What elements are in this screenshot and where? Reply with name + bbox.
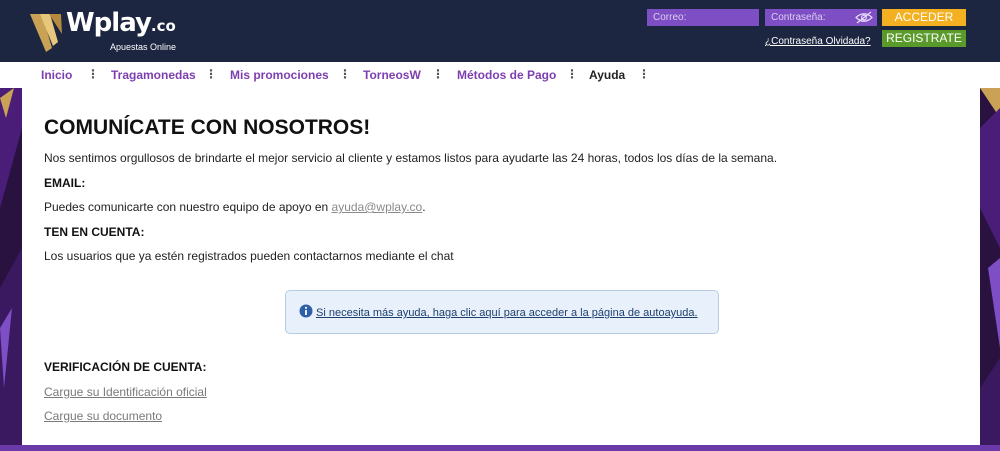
note-heading: TEN EN CUENTA: <box>44 225 145 239</box>
info-icon <box>299 304 313 318</box>
nav-separator: ⋮ <box>566 67 578 81</box>
logo-wordmark: Wplay.co <box>66 8 176 38</box>
intro-text: Nos sentimos orgullosos de brindarte el … <box>44 151 778 165</box>
help-alert: Si necesita más ayuda, haga clic aquí pa… <box>285 290 719 334</box>
contact-content: COMUNÍCATE CON NOSOTROS! Nos sentimos or… <box>22 88 980 445</box>
login-button[interactable]: ACCEDER <box>882 9 966 26</box>
note-text: Los usuarios que ya estén registrados pu… <box>44 249 454 263</box>
nav-separator: ⋮ <box>638 67 650 81</box>
nav-separator: ⋮ <box>205 67 217 81</box>
page-title: COMUNÍCATE CON NOSOTROS! <box>44 116 371 139</box>
logo-subtitle: Apuestas Online <box>110 42 177 52</box>
nav-separator: ⋮ <box>432 67 444 81</box>
forgot-password-link[interactable]: ¿Contraseña Olvidada? <box>765 36 871 47</box>
upload-id-link[interactable]: Cargue su Identificación oficial <box>44 385 207 399</box>
nav-item-mis-promociones[interactable]: Mis promociones <box>230 68 329 82</box>
verification-heading: VERIFICACIÓN DE CUENTA: <box>44 360 207 374</box>
nav-item-inicio[interactable]: Inicio <box>41 68 72 82</box>
nav-item-torneosw[interactable]: TorneosW <box>363 68 421 82</box>
footer-bar <box>0 445 1000 451</box>
site-logo[interactable]: Wplay.co Apuestas Online <box>28 6 188 56</box>
email-heading: EMAIL: <box>44 176 86 190</box>
nav-separator: ⋮ <box>87 67 99 81</box>
register-button[interactable]: REGISTRATE <box>882 30 966 47</box>
upload-document-link[interactable]: Cargue su documento <box>44 409 162 423</box>
email-input[interactable] <box>647 9 759 26</box>
email-text: Puedes comunicarte con nuestro equipo de… <box>44 200 426 214</box>
left-decoration <box>0 88 22 451</box>
support-email-link[interactable]: ayuda@wplay.co <box>332 200 423 214</box>
eye-icon[interactable] <box>855 11 873 24</box>
nav-item-ayuda[interactable]: Ayuda <box>589 68 625 82</box>
right-decoration <box>980 88 1000 451</box>
nav-item-metodos-de-pago[interactable]: Métodos de Pago <box>457 68 556 82</box>
self-help-link[interactable]: Si necesita más ayuda, haga clic aquí pa… <box>316 307 698 319</box>
site-header: Wplay.co Apuestas Online ACCEDER ¿Contra… <box>0 0 1000 62</box>
logo-mark-icon <box>30 14 62 52</box>
nav-item-tragamonedas[interactable]: Tragamonedas <box>111 68 196 82</box>
nav-separator: ⋮ <box>339 67 351 81</box>
main-nav: Inicio ⋮ Tragamonedas ⋮ Mis promociones … <box>0 62 1000 88</box>
